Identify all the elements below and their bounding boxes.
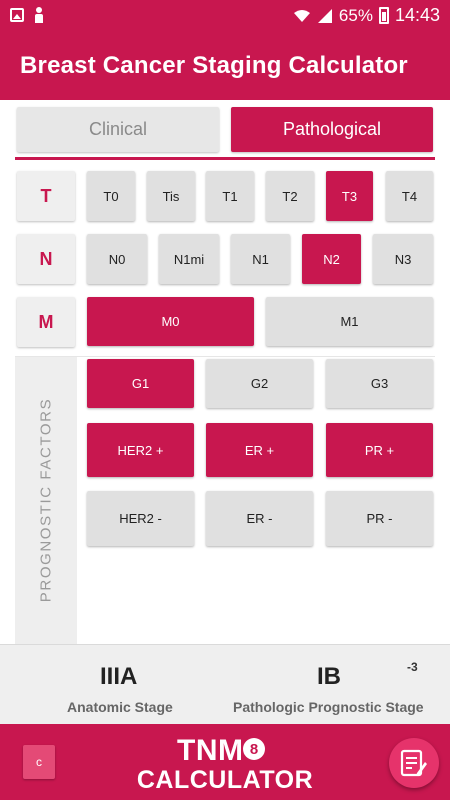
status-bar: 65% 14:43 — [0, 0, 450, 32]
t-row-label: T — [17, 171, 75, 221]
divider — [15, 356, 435, 357]
t-option-t2[interactable]: T2 — [266, 171, 314, 221]
grade-option-g2[interactable]: G2 — [206, 359, 313, 408]
tnm-calculator-logo: TNM 8 CALCULATOR — [135, 732, 315, 796]
er-positive-button[interactable]: ER + — [206, 423, 313, 477]
her2-negative-button[interactable]: HER2 - — [87, 491, 194, 546]
battery-icon — [378, 7, 389, 24]
t-option-t1[interactable]: T1 — [206, 171, 254, 221]
logo-calculator: CALCULATOR — [136, 766, 314, 794]
er-negative-button[interactable]: ER - — [206, 491, 313, 546]
t-option-t3[interactable]: T3 — [326, 171, 373, 221]
n-option-n0[interactable]: N0 — [87, 234, 147, 284]
t-option-t0[interactable]: T0 — [87, 171, 135, 221]
pr-positive-button[interactable]: PR + — [326, 423, 433, 477]
logo-tnm: TNM — [177, 734, 244, 767]
t-option-tis[interactable]: Tis — [147, 171, 195, 221]
grade-option-g1[interactable]: G1 — [87, 359, 194, 408]
n-option-n1[interactable]: N1 — [231, 234, 290, 284]
app-bar: Breast Cancer Staging Calculator — [0, 32, 450, 100]
n-option-n2[interactable]: N2 — [302, 234, 361, 284]
signal-icon — [317, 8, 332, 23]
pr-negative-button[interactable]: PR - — [326, 491, 433, 546]
her2-positive-button[interactable]: HER2 + — [87, 423, 194, 477]
anatomic-stage-value: IIIA — [100, 663, 138, 690]
tab-pathological[interactable]: Pathological — [231, 107, 433, 152]
prognostic-stage-label: Pathologic Prognostic Stage — [233, 699, 424, 715]
app-title: Breast Cancer Staging Calculator — [20, 52, 408, 79]
anatomic-stage-label: Anatomic Stage — [67, 699, 173, 715]
edit-notes-icon — [400, 749, 427, 777]
n-row-label: N — [17, 234, 75, 284]
prognostic-stage-value: IB — [317, 663, 341, 690]
results-panel: IIIA Anatomic Stage IB -3 Pathologic Pro… — [0, 644, 450, 724]
grade-option-g3[interactable]: G3 — [326, 359, 433, 408]
prognostic-factors-label: PROGNOSTIC FACTORS — [37, 397, 55, 603]
m-row-label: M — [17, 297, 75, 347]
notes-fab[interactable] — [389, 738, 439, 788]
n-option-n3[interactable]: N3 — [373, 234, 433, 284]
tab-indicator — [15, 157, 435, 160]
battery-percent: 65% — [338, 5, 373, 25]
logo-edition-badge: 8 — [243, 738, 265, 760]
t-option-t4[interactable]: T4 — [386, 171, 433, 221]
c-button[interactable]: c — [23, 745, 55, 779]
tab-clinical[interactable]: Clinical — [17, 107, 219, 152]
prognostic-stage-superscript: -3 — [407, 660, 418, 674]
person-notification-icon — [34, 7, 44, 23]
m-option-m1[interactable]: M1 — [266, 297, 433, 346]
gallery-notification-icon — [10, 8, 24, 22]
m-option-m0[interactable]: M0 — [87, 297, 254, 346]
wifi-icon — [293, 9, 310, 22]
n-option-n1mi[interactable]: N1mi — [159, 234, 219, 284]
clock: 14:43 — [394, 5, 440, 25]
